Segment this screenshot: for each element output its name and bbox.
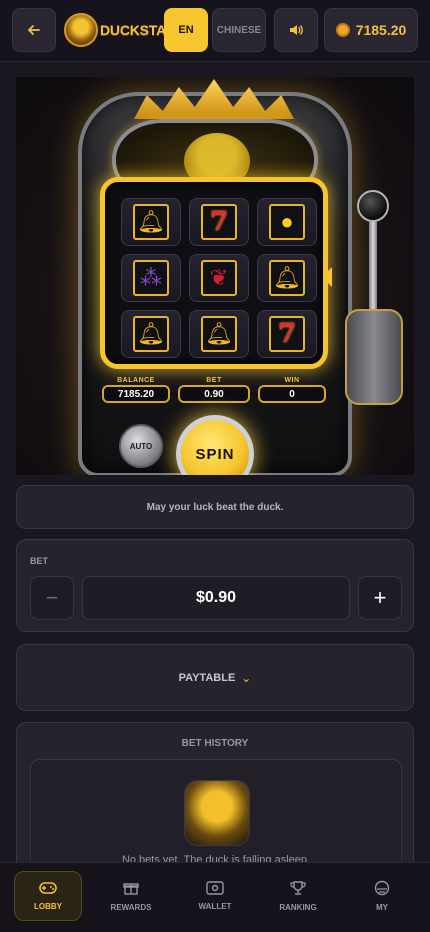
reel-cell: 🔔︎	[121, 198, 181, 246]
nav-rewards[interactable]: REWARDS	[97, 871, 165, 921]
nav-ranking-label: RANKING	[279, 903, 317, 912]
back-button[interactable]	[12, 8, 56, 52]
bell-icon: 🔔︎	[269, 260, 305, 296]
tagline-text: May your luck beat the duck.	[146, 501, 284, 513]
nav-rewards-label: REWARDS	[110, 903, 152, 912]
readout-bet-label: BET	[206, 377, 222, 384]
balance-display[interactable]: 7185.20	[324, 8, 418, 52]
nav-lobby-label: LOBBY	[34, 902, 62, 911]
reel-cell: 🔔︎	[189, 310, 249, 358]
readout-balance-value: 7185.20	[102, 385, 170, 403]
bet-label: BET	[30, 556, 48, 566]
paytable-toggle[interactable]: PAYTABLE ⌄	[16, 644, 414, 711]
readout-bet: BET 0.90	[178, 377, 250, 403]
nav-wallet[interactable]: WALLET	[181, 871, 249, 921]
trophy-icon	[290, 880, 306, 899]
speaker-icon	[290, 25, 303, 35]
sleepy-duck-avatar	[184, 780, 250, 846]
balance-value: 7185.20	[355, 22, 407, 38]
bottom-navigation: LOBBY REWARDS WALLET RANKING MY	[0, 862, 430, 932]
lever-base	[345, 309, 403, 405]
bell-icon: 🔔︎	[133, 316, 169, 352]
nav-my[interactable]: MY	[348, 871, 416, 921]
lang-en-button[interactable]: EN	[164, 8, 208, 52]
top-bar: DUCKSTAKE EN CHINESE 7185.20	[0, 0, 430, 62]
bet-history-card: BET HISTORY No bets yet. The duck is fal…	[16, 722, 414, 889]
paytable-label: PAYTABLE	[178, 671, 236, 684]
reel-cell: ⁂	[121, 254, 181, 302]
sound-button[interactable]	[274, 8, 318, 52]
gift-icon	[123, 880, 139, 899]
bet-history-title: BET HISTORY	[181, 738, 249, 749]
cherry-icon: ❦	[201, 260, 237, 296]
reel-cell: 7	[257, 310, 317, 358]
tagline-card: May your luck beat the duck.	[16, 485, 414, 529]
bet-increase-button[interactable]: +	[358, 576, 402, 620]
nav-ranking[interactable]: RANKING	[264, 871, 332, 921]
bet-decrease-button[interactable]: −	[30, 576, 74, 620]
lang-chinese-button[interactable]: CHINESE	[212, 8, 266, 52]
machine-readouts: BALANCE 7185.20 BET 0.90 WIN 0	[102, 377, 328, 407]
reel-cell: 🔔︎	[121, 310, 181, 358]
reel-cell: 7	[189, 198, 249, 246]
coin-icon	[335, 23, 350, 37]
nav-wallet-label: WALLET	[198, 902, 232, 911]
reel-cell: ❦	[189, 254, 249, 302]
reel-grid: 🔔︎ 7 ● ⁂ ❦ 🔔︎ 🔔︎ 🔔︎ 7	[121, 198, 317, 358]
seven-icon: 7	[269, 316, 305, 352]
duck-logo-icon	[64, 13, 98, 47]
bell-icon: 🔔︎	[133, 204, 169, 240]
gamepad-icon	[39, 881, 57, 898]
reel-cell: ●	[257, 198, 317, 246]
reel-cell: 🔔︎	[257, 254, 317, 302]
readout-balance: BALANCE 7185.20	[102, 377, 170, 403]
reel-window: 🔔︎ 7 ● ⁂ ❦ 🔔︎ 🔔︎ 🔔︎ 7	[100, 177, 328, 369]
auto-spin-button[interactable]: AUTO	[119, 424, 163, 468]
lemon-icon: ●	[269, 204, 305, 240]
chevron-down-icon: ⌄	[241, 670, 252, 685]
grape-icon: ⁂	[133, 260, 169, 296]
bet-card: BET − $0.90 +	[16, 539, 414, 632]
bell-icon: 🔔︎	[201, 316, 237, 352]
arrow-left-icon	[28, 25, 40, 35]
slot-machine: 🔔︎ 7 ● ⁂ ❦ 🔔︎ 🔔︎ 🔔︎ 7 BALANCE 7185.20 BET 0.90 W…	[16, 77, 414, 475]
user-icon	[374, 880, 390, 899]
bet-amount-field[interactable]: $0.90	[82, 576, 350, 620]
nav-my-label: MY	[376, 903, 388, 912]
readout-win: WIN 0	[258, 377, 326, 403]
wallet-icon	[206, 881, 224, 898]
seven-icon: 7	[201, 204, 237, 240]
readout-balance-label: BALANCE	[117, 377, 155, 384]
nav-lobby[interactable]: LOBBY	[14, 871, 82, 921]
lever-handle[interactable]	[357, 190, 389, 222]
readout-bet-value: 0.90	[178, 385, 250, 403]
readout-win-value: 0	[258, 385, 326, 403]
readout-win-label: WIN	[284, 377, 300, 384]
